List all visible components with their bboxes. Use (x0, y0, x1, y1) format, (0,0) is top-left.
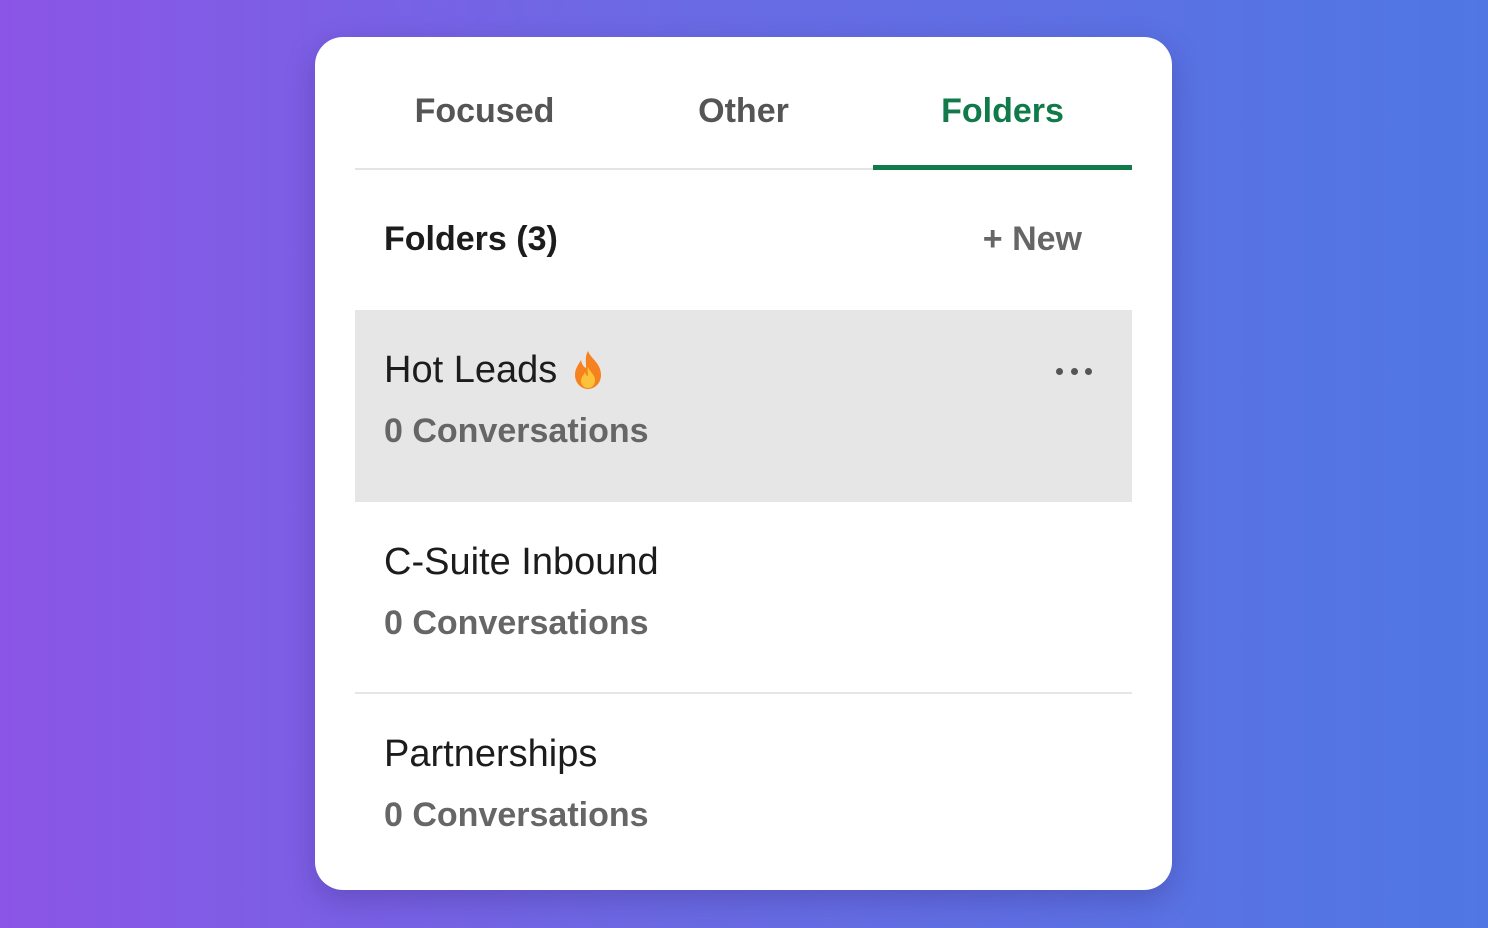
folder-count: 0 Conversations (384, 604, 649, 642)
folders-title: Folders (3) (384, 219, 558, 258)
tab-other-label: Other (698, 92, 789, 130)
folder-name: Partnerships (384, 733, 598, 775)
dot (1070, 367, 1078, 375)
folders-header: Folders (3) + New (355, 168, 1132, 310)
folder-item-partnerships[interactable]: Partnerships 0 Conversations (355, 694, 1132, 886)
tab-focused-label: Focused (414, 92, 555, 130)
more-options-icon[interactable] (1056, 360, 1092, 382)
new-folder-button[interactable]: + New (983, 220, 1082, 259)
folder-count: 0 Conversations (384, 412, 649, 450)
dot (1085, 367, 1092, 375)
folder-item-c-suite-inbound[interactable]: C-Suite Inbound 0 Conversations (355, 502, 1132, 694)
folder-name-row: Hot Leads (384, 346, 1132, 394)
flame-icon (569, 349, 607, 391)
folder-name: C-Suite Inbound (384, 541, 659, 583)
tab-bar: Focused Other Folders (355, 37, 1132, 170)
tab-other[interactable]: Other (614, 37, 873, 168)
tab-focused[interactable]: Focused (355, 37, 614, 168)
tab-folders[interactable]: Folders (873, 37, 1132, 170)
folder-count: 0 Conversations (384, 796, 649, 834)
dot (1056, 367, 1063, 375)
folder-list: Hot Leads 0 Conversations C-Suite Inboun… (355, 310, 1132, 886)
folders-panel: Focused Other Folders Folders (3) + New … (315, 37, 1172, 890)
folder-name: Hot Leads (384, 349, 558, 391)
folder-item-hot-leads[interactable]: Hot Leads 0 Conversations (355, 310, 1132, 502)
tab-folders-label: Folders (941, 92, 1064, 130)
